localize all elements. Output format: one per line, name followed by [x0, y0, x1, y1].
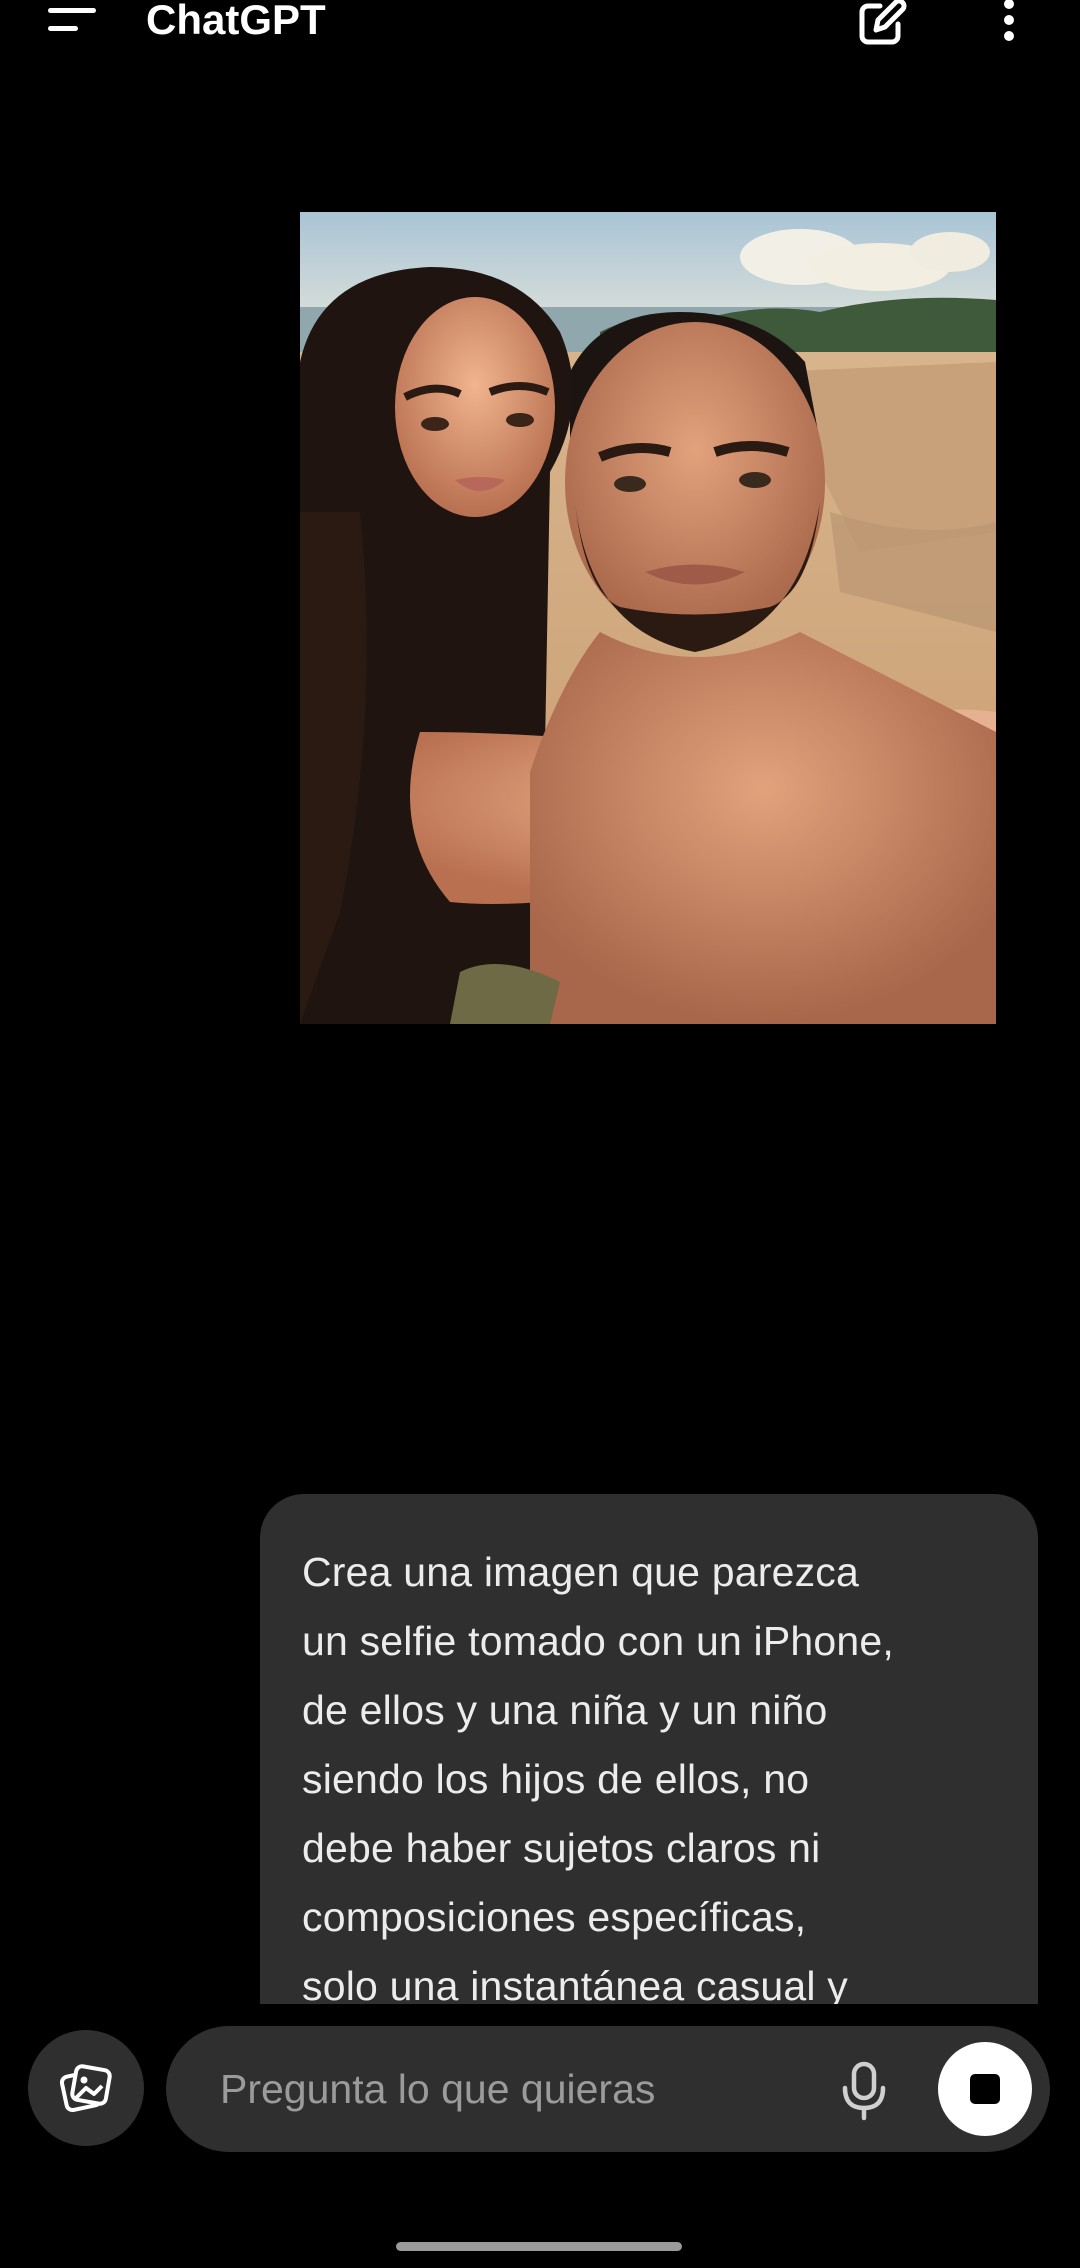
composer-bar: Pregunta lo que quieras [0, 2004, 1080, 2184]
new-chat-button[interactable] [850, 0, 914, 50]
message-input[interactable]: Pregunta lo que quieras [166, 2026, 1050, 2152]
user-message-bubble[interactable]: Crea una imagen que parezca un selfie to… [260, 1494, 1038, 2014]
edit-icon [859, 0, 907, 45]
chat-screen: ChatGPT Crea una imagen que parezca un s… [0, 0, 1080, 2268]
message-image[interactable] [300, 212, 996, 1024]
stop-generating-button[interactable] [938, 2042, 1032, 2136]
more-options-button[interactable] [990, 0, 1028, 52]
top-app-bar: ChatGPT [0, 0, 1080, 60]
stop-icon [970, 2074, 1000, 2104]
user-message-text: Crea una imagen que parezca un selfie to… [302, 1549, 894, 2009]
image-attach-icon [59, 2064, 112, 2113]
menu-icon [48, 8, 96, 31]
attach-image-button[interactable] [28, 2030, 144, 2146]
message-input-placeholder: Pregunta lo que quieras [220, 2066, 656, 2112]
microphone-icon [842, 2061, 886, 2121]
app-title: ChatGPT [146, 0, 326, 43]
menu-button[interactable] [40, 0, 104, 44]
more-vertical-icon [1004, 0, 1014, 41]
voice-input-button[interactable] [834, 2058, 894, 2122]
beach-selfie-photo [300, 212, 996, 1024]
home-indicator[interactable] [396, 2242, 682, 2251]
